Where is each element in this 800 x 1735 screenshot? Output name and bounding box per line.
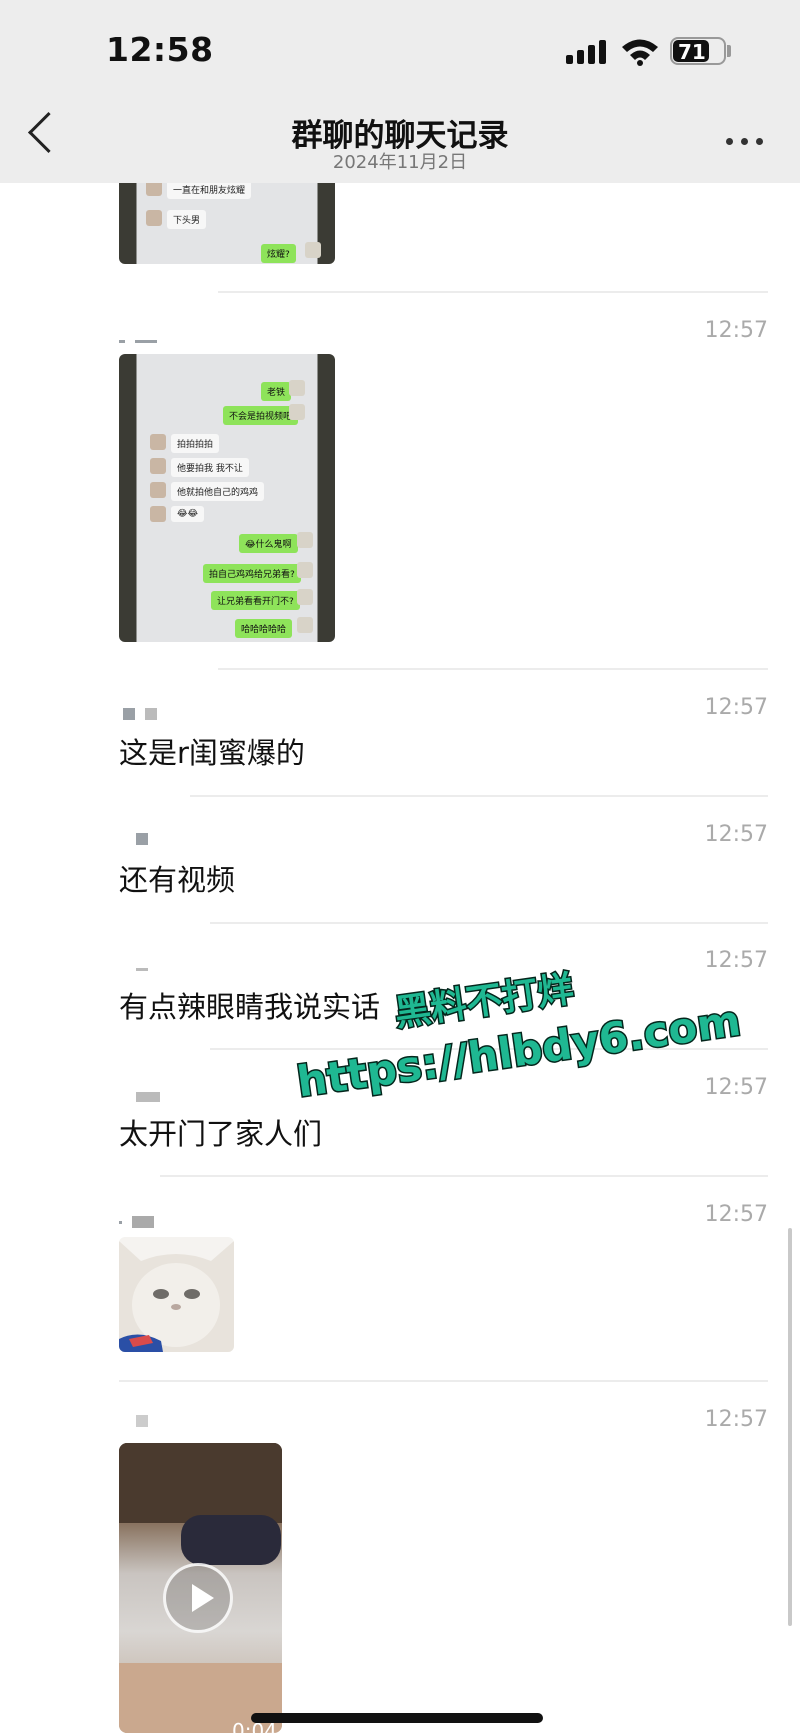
sender-name	[136, 833, 158, 845]
scrollbar[interactable]	[788, 1228, 792, 1626]
divider	[218, 668, 768, 670]
message-text: 还有视频	[119, 863, 236, 897]
video-message[interactable]: 0:04	[119, 1443, 282, 1733]
wifi-icon	[622, 39, 658, 66]
sender-name	[119, 1216, 164, 1228]
message-time: 12:57	[704, 948, 768, 973]
divider	[218, 291, 768, 293]
message-time: 12:57	[704, 318, 768, 343]
header: 12:58 71 群聊的聊天记录 2024年11月2日	[0, 0, 800, 183]
home-indicator[interactable]	[251, 1713, 543, 1723]
sender-name	[136, 968, 158, 980]
divider	[190, 795, 768, 797]
battery-cap	[727, 45, 731, 57]
screenshot-text: 拍自己鸡鸡给兄弟看?	[203, 564, 301, 583]
screenshot-text: 😂什么鬼啊	[239, 534, 298, 553]
status-time: 12:58	[106, 30, 214, 69]
message-time: 12:57	[704, 822, 768, 847]
screenshot-text: 😂😂	[171, 506, 205, 522]
message-time: 12:57	[704, 1075, 768, 1100]
divider	[119, 1380, 768, 1382]
screenshot-text: 不会是拍视频吧	[223, 406, 299, 425]
screenshot-text: 老铁	[261, 382, 292, 401]
screenshot-text: 下头男	[167, 210, 207, 229]
battery-icon: 71	[670, 37, 726, 65]
cat-sticker-image[interactable]	[119, 1237, 234, 1352]
message-time: 12:57	[704, 1202, 768, 1227]
cat-sticker-drawing	[119, 1241, 234, 1352]
screenshot-text: 拍拍拍拍	[171, 434, 220, 453]
message-text: 这是r闺蜜爆的	[119, 736, 305, 770]
divider	[210, 922, 768, 924]
sender-name	[123, 708, 167, 720]
more-icon[interactable]	[726, 138, 766, 146]
battery-level: 71	[678, 40, 706, 64]
sender-name	[119, 331, 167, 343]
divider	[160, 1175, 768, 1177]
sender-name	[136, 1415, 158, 1427]
chat-screenshot-image-2[interactable]: 老铁 不会是拍视频吧 拍拍拍拍 他要拍我 我不让 他就拍他自己的鸡鸡 😂😂 😂什…	[119, 354, 335, 642]
sender-name	[136, 1092, 170, 1104]
screenshot-text: 他就拍他自己的鸡鸡	[171, 482, 265, 501]
page-date: 2024年11月2日	[332, 152, 468, 173]
message-text: 太开门了家人们	[119, 1117, 323, 1151]
screenshot-text: 他要拍我 我不让	[171, 458, 249, 477]
play-icon[interactable]	[163, 1563, 233, 1633]
screenshot-text: 让兄弟看看开门不?	[211, 591, 300, 610]
signal-icon	[566, 38, 608, 64]
screenshot-text: 哈哈哈哈哈	[235, 619, 293, 638]
message-time: 12:57	[704, 1407, 768, 1432]
message-text: 有点辣眼睛我说实话	[119, 990, 381, 1024]
message-time: 12:57	[704, 695, 768, 720]
screenshot-text: 炫耀?	[261, 244, 296, 263]
